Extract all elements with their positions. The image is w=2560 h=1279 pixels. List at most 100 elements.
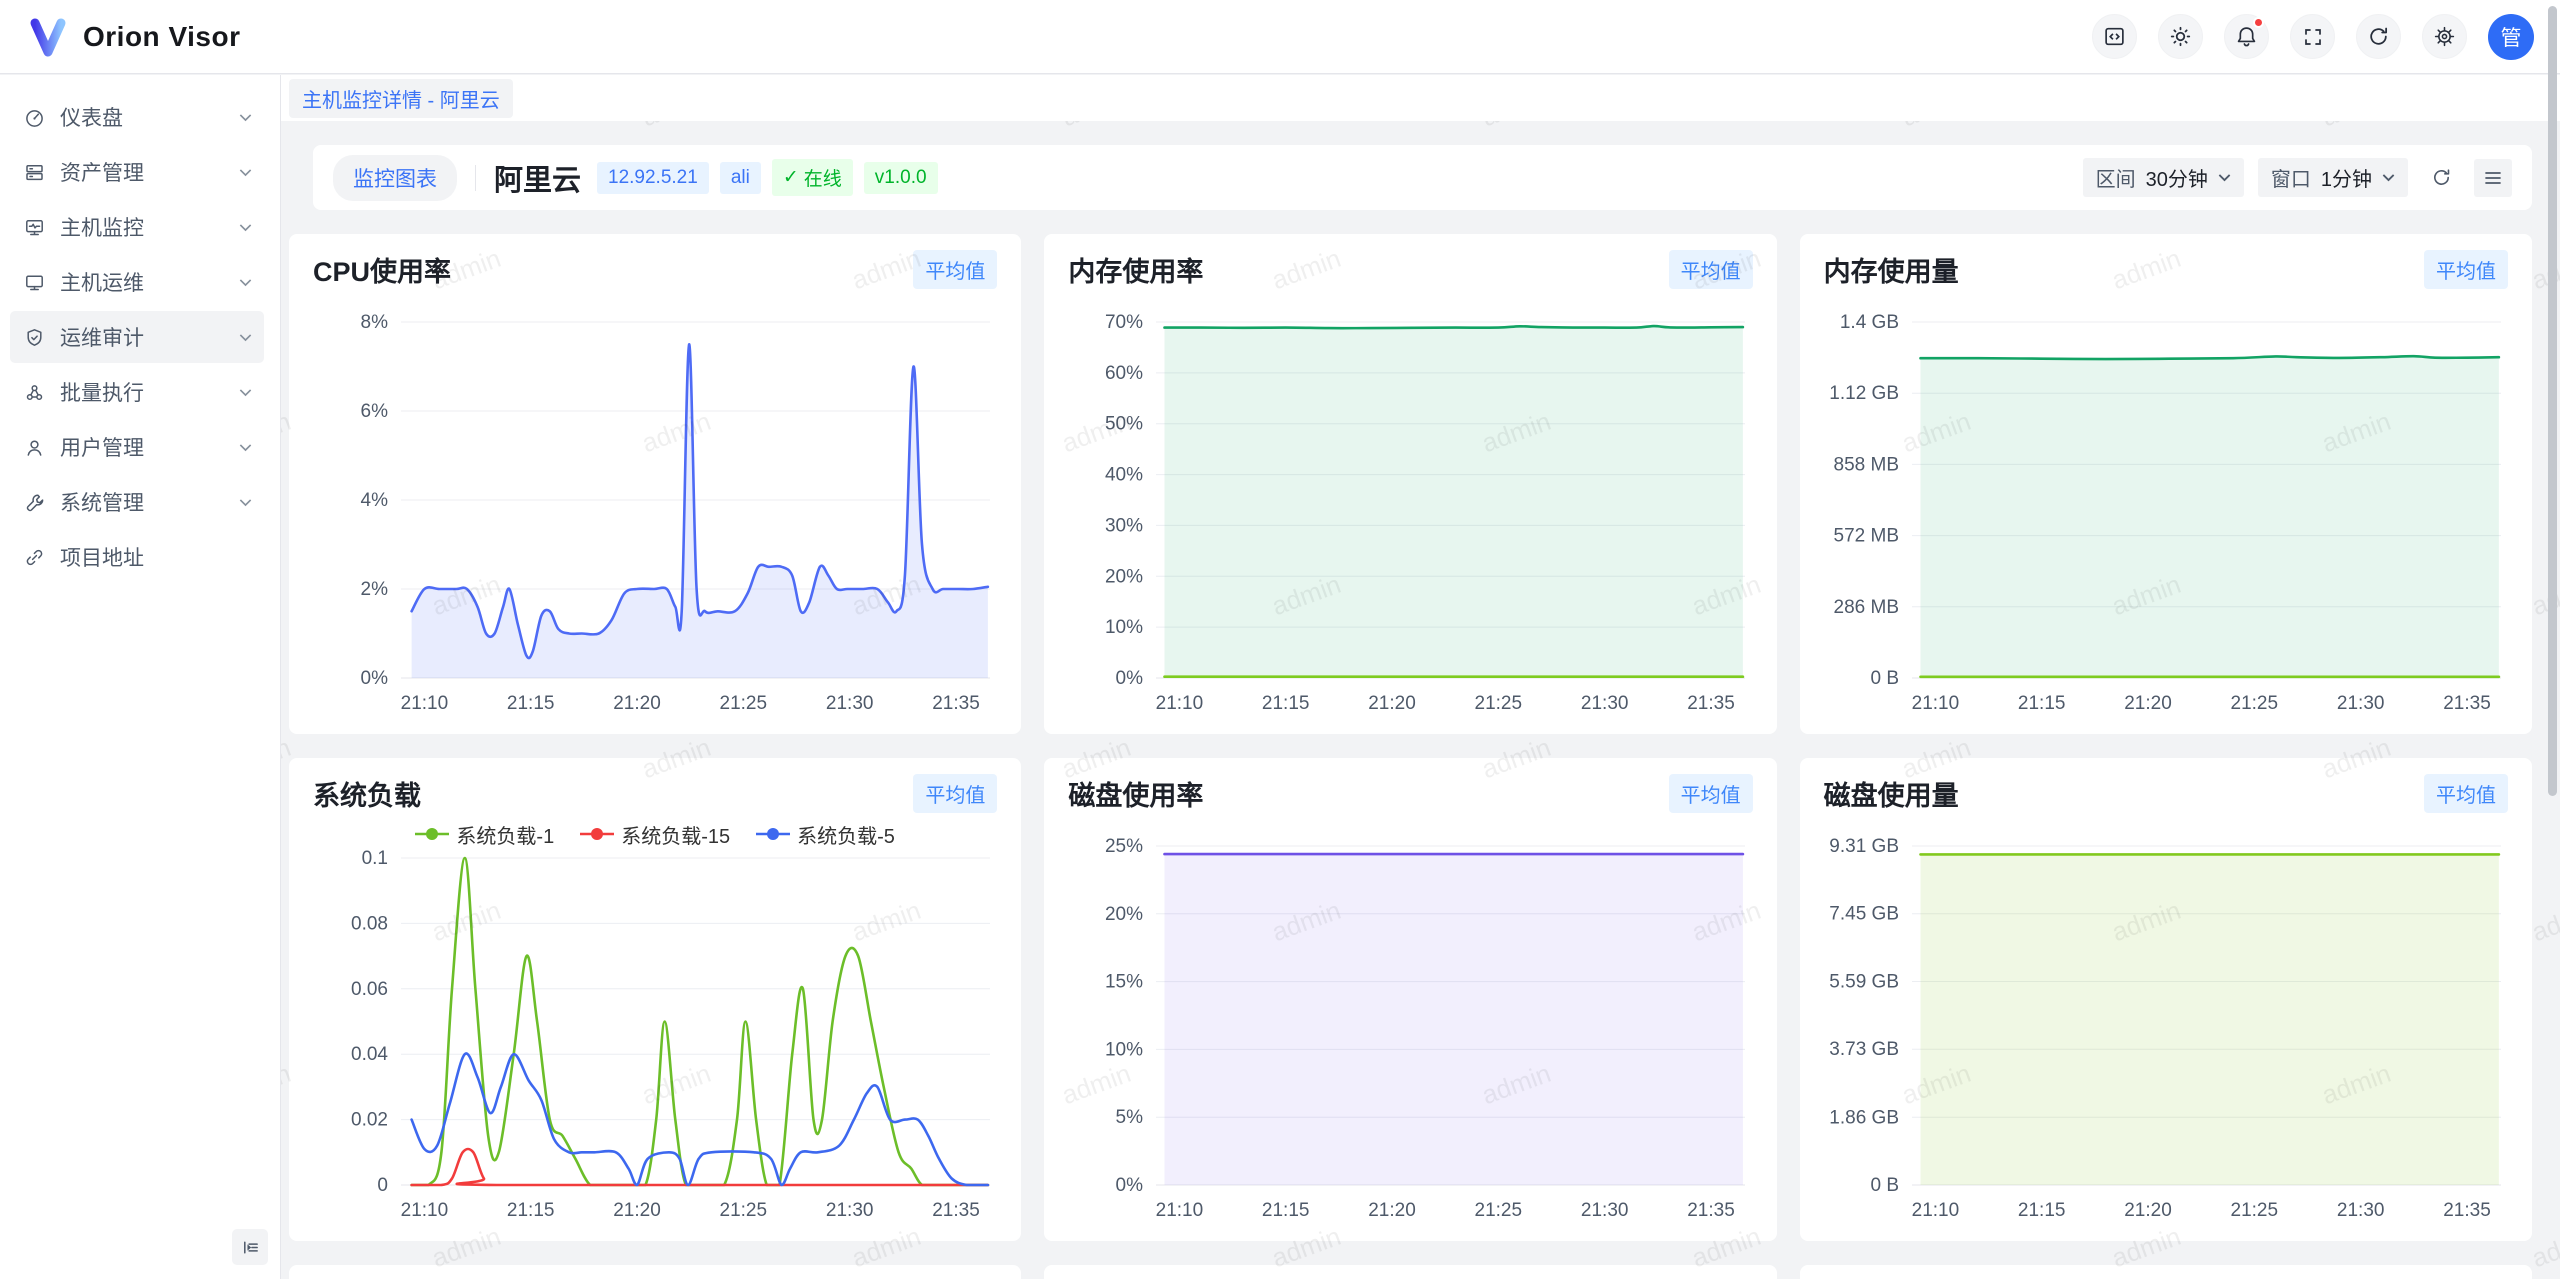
chart-card-sliver (1800, 1265, 2532, 1279)
chart-svg: 0 B1.86 GB3.73 GB5.59 GB7.45 GB9.31 GB21… (1824, 820, 2507, 1227)
aggregation-badge[interactable]: 平均值 (2424, 774, 2508, 813)
y-axis-label: 3.73 GB (1829, 1039, 1899, 1060)
y-axis-label: 10% (1105, 1039, 1143, 1060)
sidebar-item-label: 主机运维 (60, 267, 224, 297)
sidebar-item-project-url[interactable]: 项目地址 (10, 531, 264, 583)
x-axis-label: 21:10 (1911, 693, 1959, 714)
gauge-icon (24, 107, 45, 128)
legend-item[interactable]: 系统负载-15 (580, 820, 730, 849)
watermark-text: admin (638, 121, 715, 133)
y-axis-label: 0.08 (351, 913, 388, 934)
x-axis-label: 21:25 (1475, 1200, 1523, 1221)
chart-plot-area[interactable]: 0%2%4%6%8%21:1021:1521:2021:2521:3021:35 (313, 296, 997, 725)
y-axis-label: 7.45 GB (1829, 904, 1899, 925)
aggregation-badge[interactable]: 平均值 (1669, 774, 1753, 813)
chevron-down-icon (239, 388, 252, 397)
y-axis-label: 858 MB (1833, 454, 1898, 475)
chart-card-3: 内存使用量平均值0 B286 MB572 MB858 MB1.12 GB1.4 … (1800, 234, 2532, 734)
chart-svg: 0%5%10%15%20%25%21:1021:1521:2021:2521:3… (1068, 820, 1751, 1227)
range-select[interactable]: 区间 30分钟 (2083, 158, 2244, 197)
vertical-scrollbar[interactable] (2548, 6, 2557, 796)
y-axis-label: 20% (1105, 566, 1143, 587)
sidebar-item-host-monitor[interactable]: 主机监控 (10, 201, 264, 253)
chart-plot-area[interactable]: 0 B286 MB572 MB858 MB1.12 GB1.4 GB21:102… (1824, 296, 2508, 725)
notifications-button[interactable] (2224, 14, 2269, 59)
api-code-button[interactable] (2092, 14, 2137, 59)
chart-plot-area[interactable]: 0%5%10%15%20%25%21:1021:1521:2021:2521:3… (1068, 820, 1752, 1232)
x-axis-label: 21:30 (1581, 693, 1629, 714)
sidebar-item-label: 用户管理 (60, 432, 224, 462)
chart-card-sliver (1044, 1265, 1776, 1279)
fullscreen-button[interactable] (2290, 14, 2335, 59)
chart-svg: 00.020.040.060.080.121:1021:1521:2021:25… (313, 848, 996, 1227)
user-avatar[interactable]: 管 (2488, 14, 2534, 60)
sidebar-nav: 仪表盘资产管理主机监控主机运维运维审计批量执行用户管理系统管理项目地址 (0, 91, 280, 583)
divider (475, 165, 476, 191)
legend-item[interactable]: 系统负载-1 (415, 820, 554, 849)
breadcrumb-tab[interactable]: 主机监控详情 - 阿里云 (289, 79, 513, 118)
sidebar-item-assets[interactable]: 资产管理 (10, 146, 264, 198)
main-content: 主机监控详情 - 阿里云 监控图表 阿里云 12.92.5.21ali✓在线v1… (281, 75, 2560, 1279)
aggregation-badge[interactable]: 平均值 (913, 250, 997, 289)
sidebar-item-system-mgmt[interactable]: 系统管理 (10, 476, 264, 528)
tab-monitor-charts[interactable]: 监控图表 (333, 155, 457, 201)
host-info-cluster: 监控图表 阿里云 12.92.5.21ali✓在线v1.0.0 (333, 155, 938, 201)
x-axis-label: 21:15 (507, 693, 555, 714)
x-axis-label: 21:15 (2018, 1200, 2066, 1221)
sidebar-item-dashboard[interactable]: 仪表盘 (10, 91, 264, 143)
legend-item[interactable]: 系统负载-5 (756, 820, 895, 849)
sidebar-item-ops-audit[interactable]: 运维审计 (10, 311, 264, 363)
check-icon: ✓ (783, 166, 799, 189)
y-axis-label: 0 B (1870, 668, 1899, 689)
nodes-icon (24, 382, 45, 403)
chart-title: 系统负载 (313, 774, 421, 813)
chart-layout-menu-button[interactable] (2474, 159, 2512, 197)
chevron-down-icon (239, 223, 252, 232)
host-badge: v1.0.0 (864, 162, 938, 194)
y-axis-label: 5% (1116, 1107, 1144, 1128)
chart-plot-area[interactable]: 0 B1.86 GB3.73 GB5.59 GB7.45 GB9.31 GB21… (1824, 820, 2508, 1232)
aggregation-badge[interactable]: 平均值 (913, 774, 997, 813)
desktop-icon (24, 272, 45, 293)
series-area (1920, 356, 2498, 678)
x-axis-label: 21:35 (2443, 1200, 2491, 1221)
chart-plot-area[interactable]: 00.020.040.060.080.121:1021:1521:2021:25… (313, 848, 997, 1232)
user-icon (24, 437, 45, 458)
chart-title: CPU使用率 (313, 250, 451, 289)
y-axis-label: 0.1 (362, 848, 388, 869)
y-axis-label: 1.12 GB (1829, 383, 1899, 404)
aggregation-badge[interactable]: 平均值 (2424, 250, 2508, 289)
sidebar-item-host-ops[interactable]: 主机运维 (10, 256, 264, 308)
theme-toggle-button[interactable] (2158, 14, 2203, 59)
x-axis-label: 21:30 (2337, 693, 2385, 714)
watermark-text: admin (1478, 121, 1555, 133)
x-axis-label: 21:25 (720, 1200, 768, 1221)
watermark-text: admin (2528, 895, 2560, 948)
chart-plot-area[interactable]: 0%10%20%30%40%50%60%70%21:1021:1521:2021… (1068, 296, 1752, 725)
server-icon (24, 162, 45, 183)
chart-title: 磁盘使用率 (1068, 774, 1203, 813)
sidebar-item-label: 项目地址 (60, 542, 252, 572)
host-badges: 12.92.5.21ali✓在线v1.0.0 (597, 159, 938, 196)
refresh-charts-button[interactable] (2422, 159, 2460, 197)
aggregation-badge[interactable]: 平均值 (1669, 250, 1753, 289)
chart-card-1: CPU使用率 平均值 0%2%4%6%8%21:1021:1521:2021:252… (289, 234, 1021, 734)
chevron-down-icon (239, 278, 252, 287)
y-axis-label: 2% (361, 579, 389, 600)
sidebar-item-user-mgmt[interactable]: 用户管理 (10, 421, 264, 473)
chevron-down-icon (2382, 173, 2395, 182)
y-axis-label: 25% (1105, 836, 1143, 857)
x-axis-label: 21:30 (2337, 1200, 2385, 1221)
y-axis-label: 9.31 GB (1829, 836, 1899, 857)
x-axis-label: 21:25 (720, 693, 768, 714)
y-axis-label: 1.4 GB (1840, 312, 1899, 333)
sidebar-item-label: 批量执行 (60, 377, 224, 407)
sidebar-collapse-button[interactable] (232, 1229, 268, 1265)
chevron-down-icon (2218, 173, 2231, 182)
badge-text: v1.0.0 (875, 167, 927, 189)
settings-button[interactable] (2422, 14, 2467, 59)
y-axis-label: 30% (1105, 515, 1143, 536)
refresh-page-button[interactable] (2356, 14, 2401, 59)
sidebar-item-batch-exec[interactable]: 批量执行 (10, 366, 264, 418)
window-select[interactable]: 窗口 1分钟 (2258, 158, 2408, 197)
